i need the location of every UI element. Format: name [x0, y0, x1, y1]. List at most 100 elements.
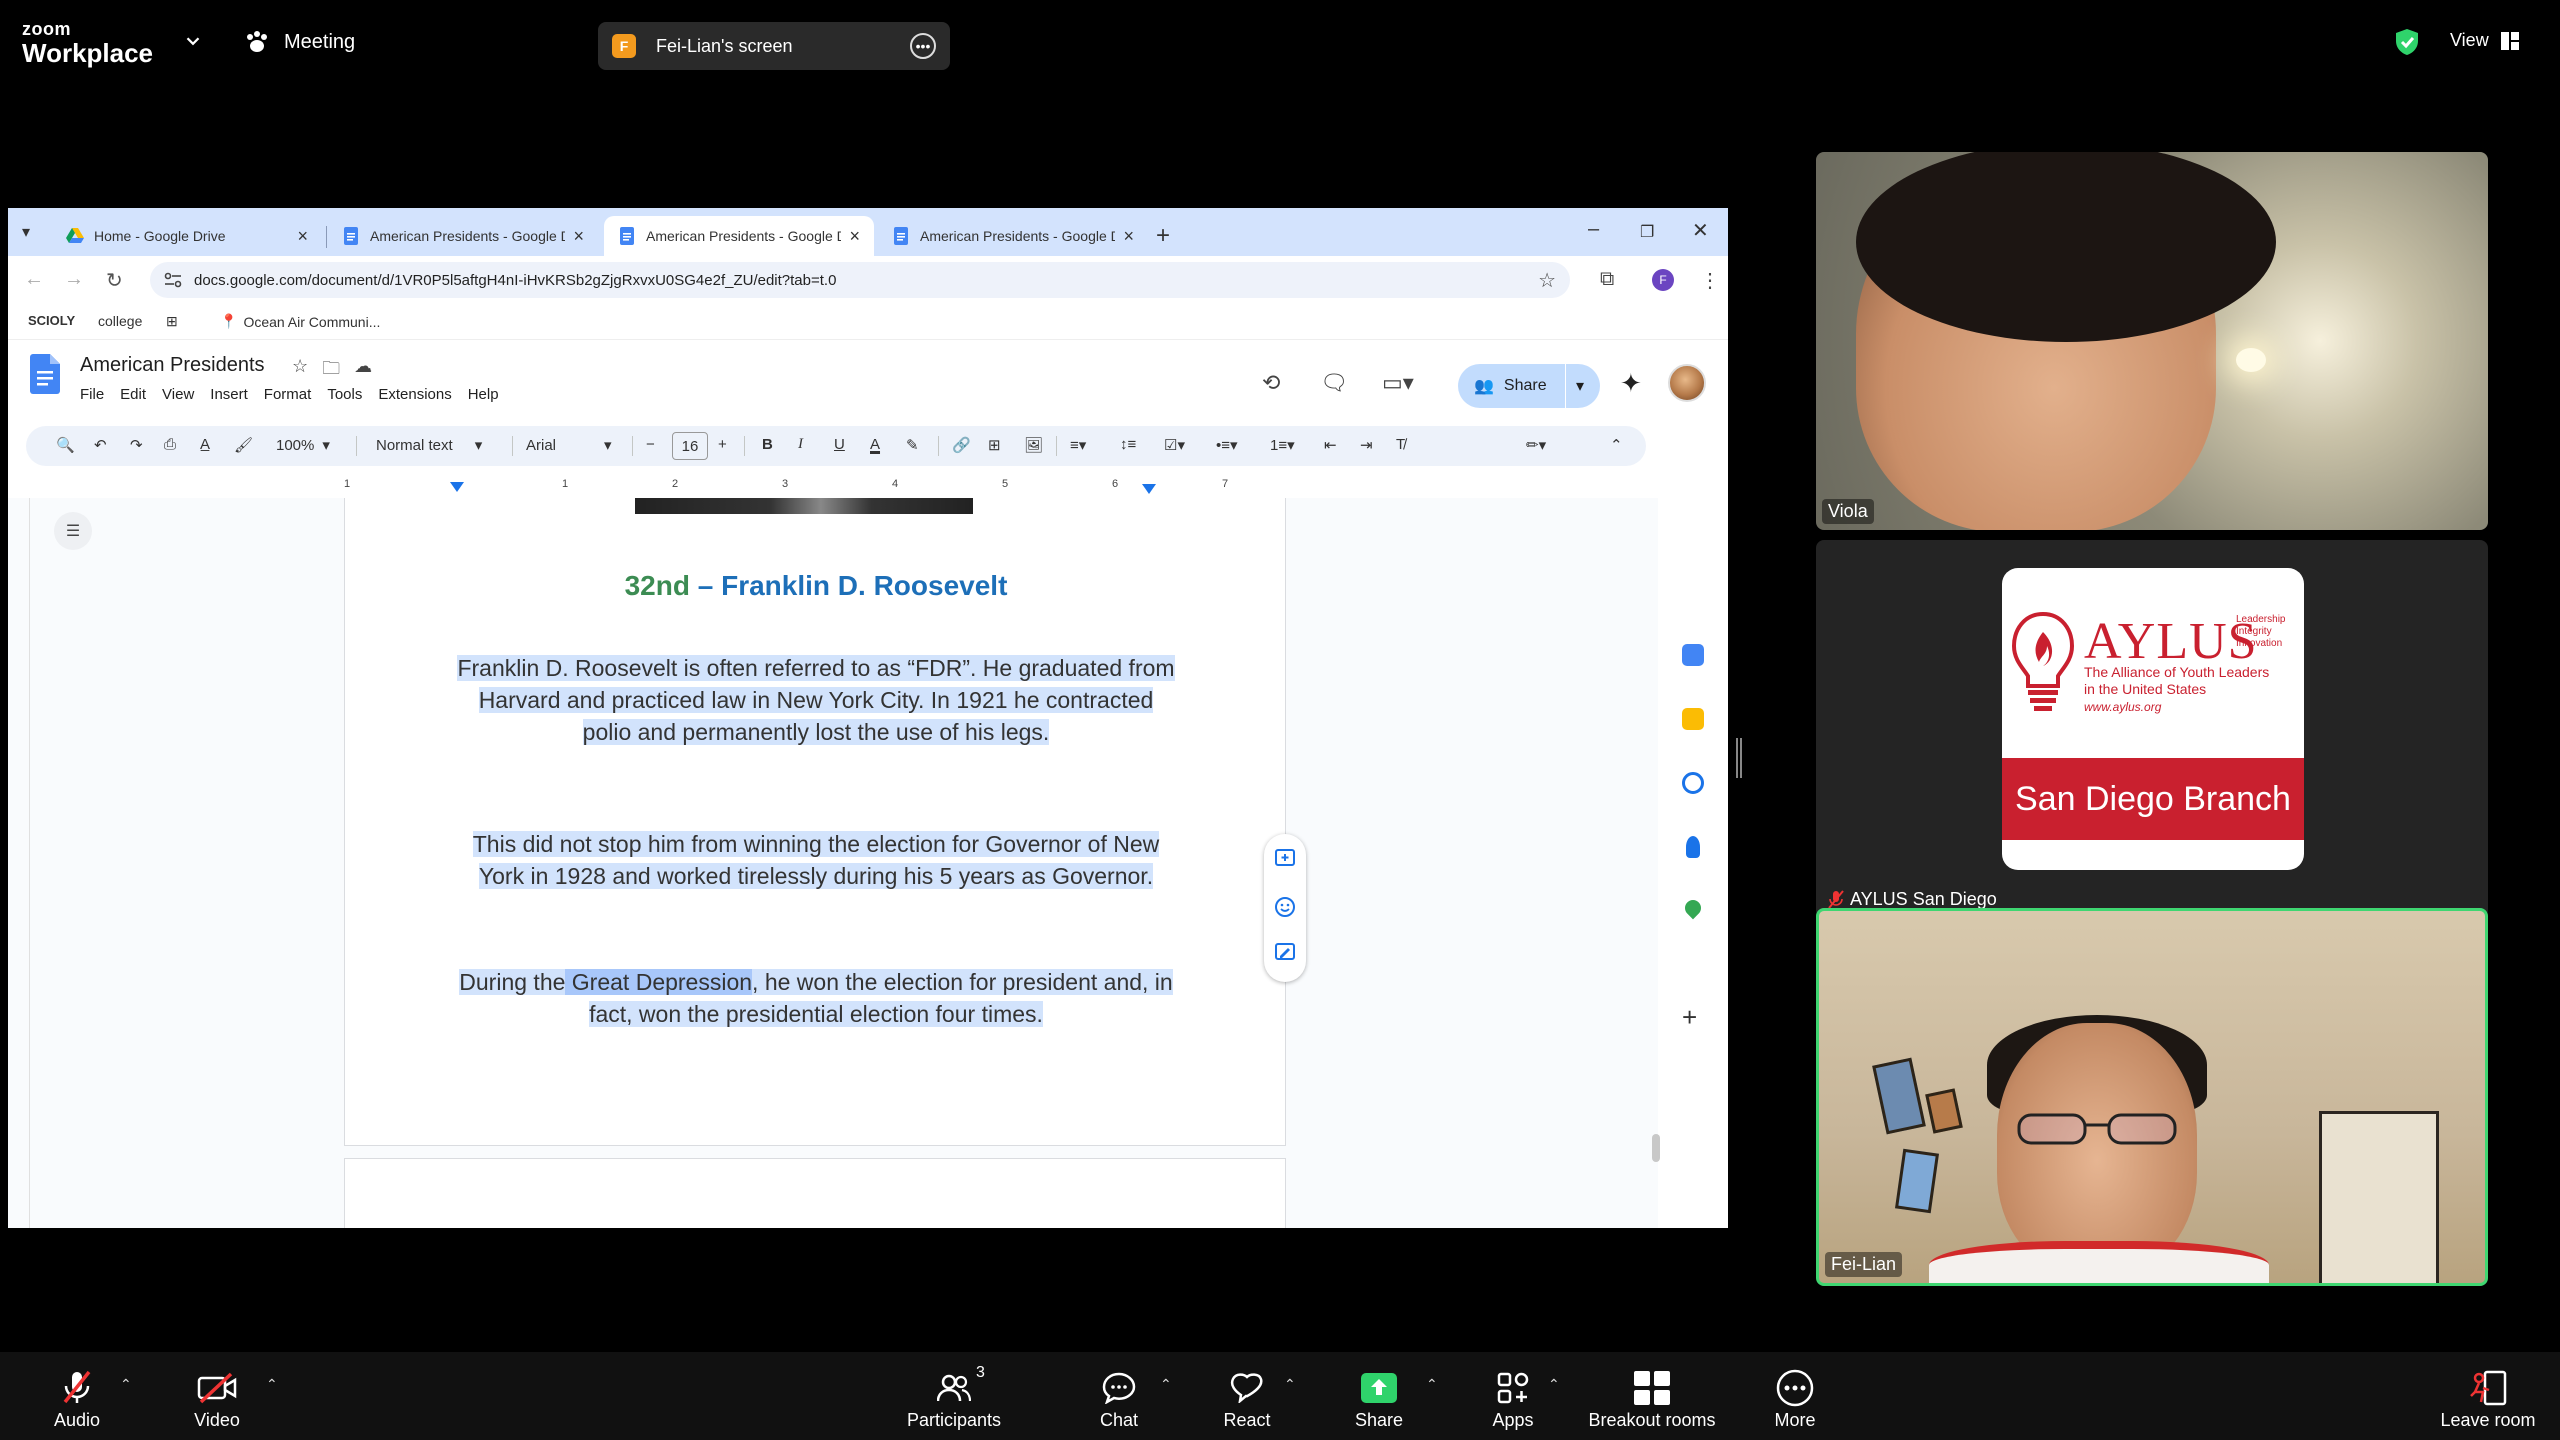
close-tab-icon[interactable]: × [297, 226, 308, 247]
video-tile-aylus-san-diego[interactable]: AYLUS Leadership Integrity Innovation Th… [1816, 540, 2488, 918]
menu-extensions[interactable]: Extensions [378, 386, 451, 403]
increase-indent-icon[interactable]: ⇥ [1360, 436, 1373, 454]
document-title[interactable]: American Presidents [80, 354, 265, 377]
share-options-caret-icon[interactable]: ⌃ [1426, 1376, 1438, 1393]
menu-edit[interactable]: Edit [120, 386, 146, 403]
document-scrollbar[interactable] [1652, 1134, 1660, 1162]
tasks-icon[interactable] [1682, 772, 1704, 794]
add-comment-icon[interactable] [1274, 848, 1296, 870]
close-window-icon[interactable]: ✕ [1692, 218, 1709, 243]
bulleted-list-icon[interactable]: •≡▾ [1216, 436, 1238, 454]
close-tab-icon[interactable]: × [573, 226, 584, 247]
new-tab-icon[interactable]: + [1156, 222, 1170, 250]
menu-file[interactable]: File [80, 386, 104, 403]
add-addon-icon[interactable]: + [1682, 1002, 1704, 1032]
contacts-icon[interactable] [1686, 836, 1700, 858]
version-history-icon[interactable]: ⟲ [1262, 370, 1280, 396]
right-indent-marker-icon[interactable] [1142, 484, 1156, 496]
numbered-list-icon[interactable]: 1≡▾ [1270, 436, 1295, 454]
paragraph-1[interactable]: Franklin D. Roosevelt is often referred … [455, 652, 1177, 748]
increase-font-size-icon[interactable]: + [718, 436, 727, 453]
close-tab-icon[interactable]: × [849, 226, 860, 247]
collapse-toolbar-icon[interactable]: ⌃ [1610, 436, 1623, 454]
bookmark-scioly[interactable]: SCIOLY [28, 313, 75, 328]
reload-icon[interactable]: ↻ [106, 268, 123, 293]
share-dropdown-icon[interactable]: ▾ [1576, 376, 1584, 396]
panel-resize-handle[interactable] [1736, 738, 1742, 778]
tab-american-presidents-active[interactable]: American Presidents - Google D × [604, 216, 874, 256]
menu-insert[interactable]: Insert [210, 386, 248, 403]
bookmark-ocean-air[interactable]: 📍 Ocean Air Communi... [220, 313, 380, 330]
insert-link-icon[interactable]: 🔗 [952, 436, 971, 454]
video-tile-viola[interactable]: Viola [1816, 152, 2488, 530]
print-icon[interactable]: ⎙ [164, 436, 176, 453]
account-avatar[interactable] [1668, 364, 1706, 402]
undo-icon[interactable]: ↶ [94, 436, 107, 454]
line-spacing-icon[interactable]: ↕≡ [1120, 436, 1136, 453]
clear-formatting-icon[interactable]: T̸ [1396, 436, 1405, 453]
left-indent-marker-icon[interactable] [450, 482, 464, 494]
more-options-icon[interactable]: ••• [910, 33, 936, 59]
apps-options-caret-icon[interactable]: ⌃ [1548, 1376, 1560, 1393]
screen-share-pill[interactable]: F Fei-Lian's screen ••• [598, 22, 950, 70]
decrease-indent-icon[interactable]: ⇤ [1324, 436, 1337, 454]
bookmark-star-icon[interactable]: ☆ [1538, 268, 1556, 293]
decrease-font-size-icon[interactable]: − [646, 436, 655, 453]
president-heading[interactable]: 32nd – Franklin D. Roosevelt [345, 570, 1287, 602]
audio-options-caret-icon[interactable]: ⌃ [120, 1376, 132, 1393]
meeting-menu[interactable]: Meeting [244, 30, 355, 54]
video-options-caret-icon[interactable]: ⌃ [266, 1376, 278, 1393]
browser-profile-avatar[interactable]: F [1652, 269, 1674, 291]
paragraph-style-select[interactable]: Normal text ▾ [376, 436, 482, 455]
share-screen-button[interactable]: Share [1324, 1368, 1434, 1431]
tab-list-icon[interactable]: ▾ [22, 222, 30, 242]
leave-room-button[interactable]: Leave room [2432, 1368, 2544, 1431]
calendar-icon[interactable] [1682, 644, 1704, 666]
add-emoji-reaction-icon[interactable] [1274, 896, 1296, 918]
move-folder-icon[interactable]: 🗀 [322, 356, 340, 386]
paragraph-2[interactable]: This did not stop him from winning the e… [455, 828, 1177, 892]
audio-button[interactable]: Audio [22, 1368, 132, 1431]
maps-icon[interactable] [1681, 896, 1705, 920]
bold-icon[interactable]: B [762, 436, 773, 453]
participants-button[interactable]: Participants [898, 1368, 1010, 1431]
next-document-page[interactable] [344, 1158, 1286, 1228]
chat-options-caret-icon[interactable]: ⌃ [1160, 1376, 1172, 1393]
restore-icon[interactable]: ❐ [1640, 222, 1654, 242]
zoom-select[interactable]: 100% ▾ [276, 436, 330, 455]
tab-american-presidents-3[interactable]: American Presidents - Google D × [878, 216, 1148, 256]
insert-image-icon[interactable]: 🖼 [1024, 436, 1043, 454]
video-tile-fei-lian-active-speaker[interactable]: Fei-Lian [1816, 908, 2488, 1286]
browser-menu-icon[interactable]: ⋮ [1700, 268, 1720, 293]
back-icon[interactable]: ← [24, 268, 44, 291]
tab-google-drive[interactable]: Home - Google Drive × [52, 216, 322, 256]
redo-icon[interactable]: ↷ [130, 436, 143, 454]
meet-video-icon[interactable]: ▭▾ [1382, 370, 1414, 396]
video-button[interactable]: Video [162, 1368, 272, 1431]
paragraph-3[interactable]: During the Great Depression, he won the … [455, 966, 1177, 1030]
font-select[interactable]: Arial ▾ [526, 436, 612, 455]
breakout-rooms-button[interactable]: Breakout rooms [1572, 1368, 1732, 1431]
text-color-icon[interactable]: A [870, 436, 880, 453]
font-size-input[interactable]: 16 [672, 432, 708, 460]
menu-help[interactable]: Help [468, 386, 499, 403]
document-page[interactable]: 32nd – Franklin D. Roosevelt Franklin D.… [344, 498, 1286, 1146]
extensions-icon[interactable]: ⧉ [1600, 268, 1614, 291]
menu-tools[interactable]: Tools [327, 386, 362, 403]
cloud-saved-icon[interactable]: ☁ [354, 356, 372, 386]
google-docs-logo-icon[interactable] [30, 354, 60, 394]
apps-grid-icon[interactable]: ⊞ [166, 313, 178, 330]
align-center-icon[interactable]: ≡▾ [1070, 436, 1086, 454]
chevron-down-icon[interactable] [182, 30, 204, 52]
suggest-edits-icon[interactable] [1274, 942, 1296, 964]
gemini-sparkle-icon[interactable]: ✦ [1620, 368, 1642, 399]
comments-icon[interactable]: 🗨 [1320, 370, 1348, 396]
italic-icon[interactable]: I [798, 436, 803, 453]
tab-american-presidents-1[interactable]: American Presidents - Google D × [328, 216, 598, 256]
search-menus-icon[interactable]: 🔍 [56, 436, 75, 454]
chat-button[interactable]: Chat [1064, 1368, 1174, 1431]
paint-format-icon[interactable]: 🖌 [234, 436, 253, 454]
underline-icon[interactable]: U [834, 436, 845, 453]
bookmark-college[interactable]: college [98, 313, 142, 329]
keep-icon[interactable] [1682, 708, 1704, 730]
